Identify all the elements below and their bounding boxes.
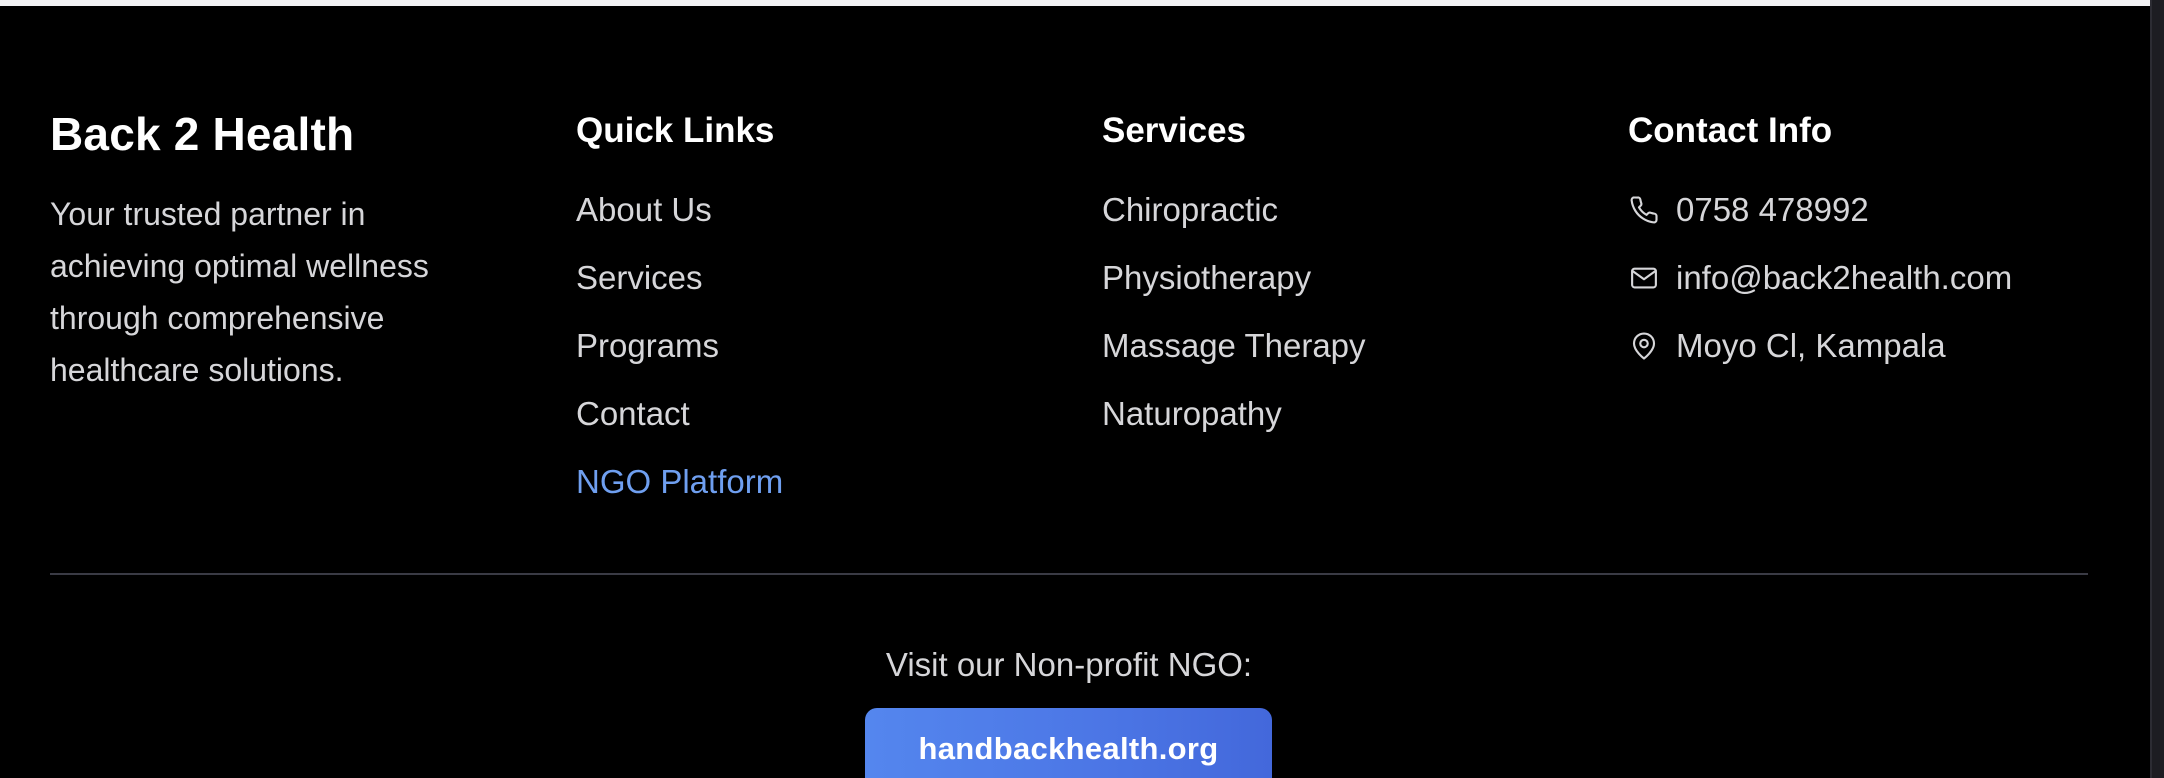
phone-icon	[1628, 186, 1660, 234]
contact-list: 0758 478992 info@back2health.com Moyo Cl…	[1628, 186, 2090, 390]
brand-column: Back 2 Health Your trusted partner in ac…	[50, 104, 576, 526]
contact-email-text: info@back2health.com	[1676, 259, 2013, 296]
brand-title: Back 2 Health	[50, 108, 355, 160]
quick-link-about-us[interactable]: About Us	[576, 186, 1102, 254]
services-column: Services Chiropractic Physiotherapy Mass…	[1102, 104, 1628, 526]
quick-link-services[interactable]: Services	[576, 254, 1102, 322]
quick-links-column: Quick Links About Us Services Programs C…	[576, 104, 1102, 526]
service-link-massage-therapy[interactable]: Massage Therapy	[1102, 322, 1628, 390]
quick-links-list: About Us Services Programs Contact NGO P…	[576, 186, 1102, 526]
map-pin-icon	[1628, 322, 1660, 370]
quick-link-contact[interactable]: Contact	[576, 390, 1102, 458]
service-link-naturopathy[interactable]: Naturopathy	[1102, 390, 1628, 458]
service-link-physiotherapy[interactable]: Physiotherapy	[1102, 254, 1628, 322]
services-heading: Services	[1102, 111, 1247, 150]
page: Back 2 Health Your trusted partner in ac…	[0, 0, 2164, 778]
brand-tagline: Your trusted partner in achieving optima…	[50, 196, 429, 388]
contact-email[interactable]: info@back2health.com	[1628, 254, 2090, 322]
services-list: Chiropractic Physiotherapy Massage Thera…	[1102, 186, 1628, 458]
quick-link-programs[interactable]: Programs	[576, 322, 1102, 390]
contact-address: Moyo Cl, Kampala	[1628, 322, 2090, 390]
quick-links-heading: Quick Links	[576, 111, 775, 150]
top-page-edge	[0, 0, 2164, 6]
contact-column: Contact Info 0758 478992 info@back2healt…	[1628, 104, 2090, 526]
scrollbar-track[interactable]	[2150, 0, 2164, 778]
contact-heading: Contact Info	[1628, 111, 1833, 150]
contact-address-text: Moyo Cl, Kampala	[1676, 327, 1946, 364]
ngo-visit-label: Visit our Non-profit NGO:	[885, 646, 1253, 683]
footer-divider	[50, 573, 2088, 575]
contact-phone[interactable]: 0758 478992	[1628, 186, 2090, 254]
mail-icon	[1628, 254, 1660, 302]
footer-columns: Back 2 Health Your trusted partner in ac…	[50, 104, 2090, 526]
quick-link-ngo-platform[interactable]: NGO Platform	[576, 458, 1102, 526]
service-link-chiropractic[interactable]: Chiropractic	[1102, 186, 1628, 254]
contact-phone-text: 0758 478992	[1676, 191, 1869, 228]
ngo-website-button[interactable]: handbackhealth.org	[865, 708, 1272, 778]
